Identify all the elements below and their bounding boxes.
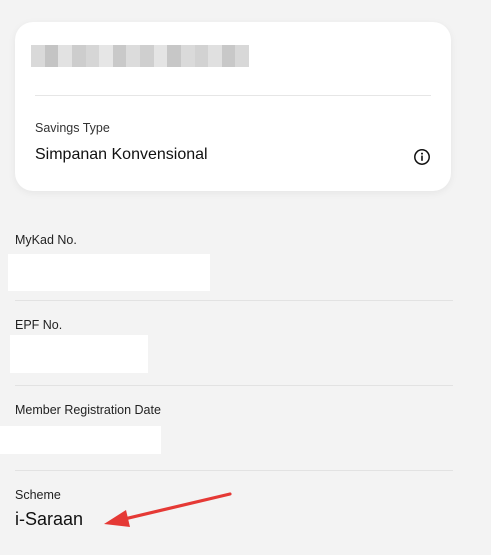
epf-value-redacted (10, 335, 148, 373)
registration-date-value-redacted (0, 426, 161, 454)
row-divider (15, 470, 453, 471)
mykad-value-redacted (8, 254, 210, 291)
redacted-account-name (31, 45, 249, 67)
savings-type-value: Simpanan Konvensional (35, 146, 208, 163)
member-registration-date-label: Member Registration Date (15, 403, 161, 417)
account-details-screen: Savings Type Simpanan Konvensional MyKad… (0, 0, 491, 555)
info-circle-icon[interactable] (413, 148, 431, 166)
account-card: Savings Type Simpanan Konvensional (15, 22, 451, 191)
card-divider (35, 95, 431, 96)
epf-label: EPF No. (15, 318, 63, 332)
scheme-label: Scheme (15, 488, 61, 502)
arrow-pointer-icon (104, 492, 232, 527)
row-divider (15, 300, 453, 301)
mykad-label: MyKad No. (15, 233, 77, 247)
savings-type-label: Savings Type (35, 121, 110, 135)
scheme-value: i-Saraan (15, 509, 84, 529)
row-divider (15, 385, 453, 386)
